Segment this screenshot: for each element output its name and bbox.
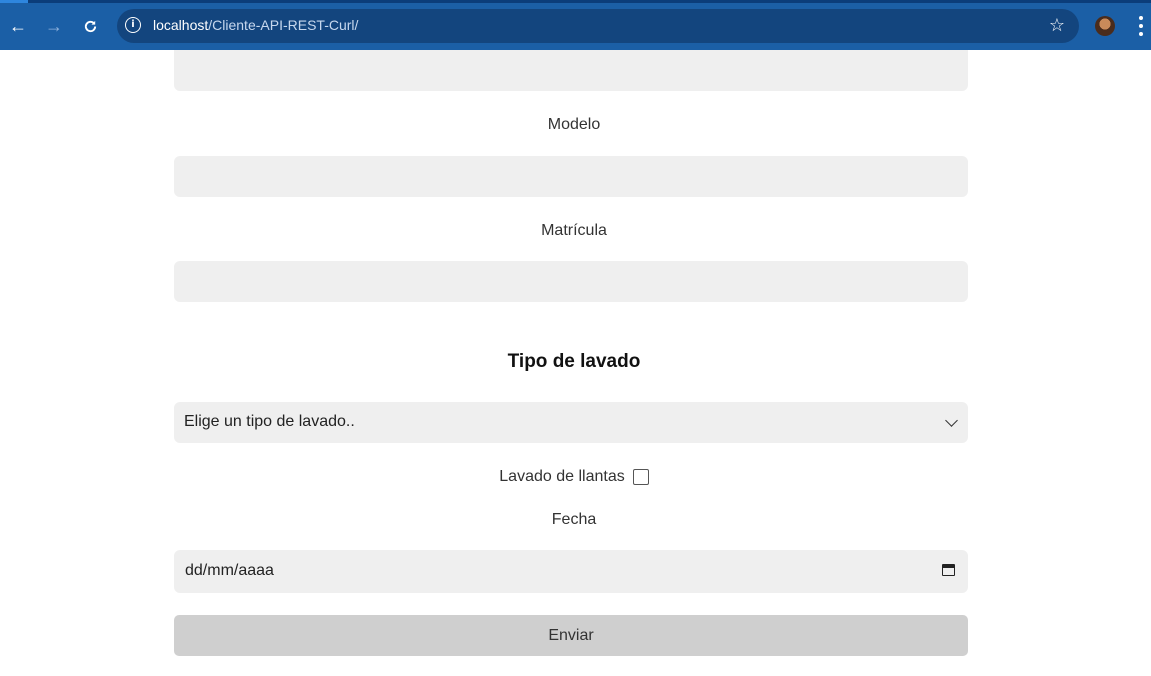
forward-button[interactable]: → — [41, 13, 67, 39]
llantas-checkbox[interactable] — [632, 469, 649, 485]
tipo-lavado-title: Tipo de lavado — [507, 351, 641, 372]
kebab-menu-icon[interactable] — [1136, 16, 1146, 36]
arrow-left-icon: ← — [9, 16, 27, 36]
active-tab-indicator[interactable] — [0, 0, 28, 3]
url-host: localhost — [153, 17, 209, 33]
enviar-button[interactable]: Enviar — [174, 615, 968, 656]
address-bar[interactable]: i localhost/Cliente-API-REST-Curl/ ☆ — [117, 9, 1079, 43]
calendar-icon[interactable] — [942, 564, 955, 576]
chevron-down-icon — [945, 414, 958, 427]
url-text[interactable]: localhost/Cliente-API-REST-Curl/ — [153, 17, 358, 33]
star-icon[interactable]: ☆ — [1049, 15, 1065, 36]
modelo-label: Modelo — [547, 116, 601, 133]
matricula-label: Matrícula — [541, 222, 607, 239]
fecha-placeholder: dd/mm/aaaa — [185, 562, 274, 579]
fecha-label: Fecha — [551, 511, 597, 528]
info-icon[interactable]: i — [125, 17, 141, 33]
modelo-input[interactable] — [174, 156, 968, 197]
fecha-input[interactable]: dd/mm/aaaa — [174, 550, 968, 593]
profile-avatar[interactable] — [1095, 16, 1115, 36]
back-button[interactable]: ← — [5, 13, 31, 39]
llantas-label: Lavado de llantas — [499, 468, 625, 485]
tipo-lavado-select[interactable]: Elige un tipo de lavado.. — [174, 402, 968, 443]
reload-button[interactable] — [77, 13, 103, 39]
marca-input[interactable] — [174, 50, 968, 91]
reload-icon — [84, 20, 96, 32]
llantas-row: Lavado de llantas — [174, 467, 974, 487]
arrow-right-icon: → — [45, 16, 63, 36]
matricula-input[interactable] — [174, 261, 968, 302]
tab-strip — [0, 0, 1151, 3]
tipo-lavado-selected: Elige un tipo de lavado.. — [184, 413, 355, 430]
url-path: /Cliente-API-REST-Curl/ — [208, 17, 359, 33]
browser-toolbar: ← → i localhost/Cliente-API-REST-Curl/ ☆ — [0, 0, 1151, 50]
